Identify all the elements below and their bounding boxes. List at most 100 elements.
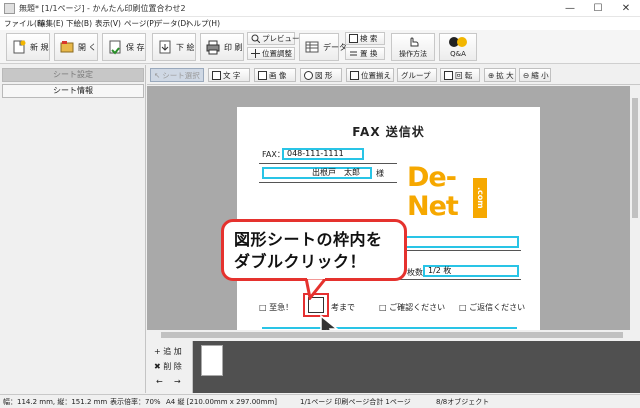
status-coords: 幅：114.2 mm, 縦：151.2 mm bbox=[3, 398, 108, 406]
image-icon bbox=[258, 70, 267, 80]
menu-underlay[interactable]: 下絵(B) bbox=[66, 18, 92, 29]
page-thumbnail[interactable] bbox=[201, 345, 223, 376]
zoom-in-icon: ⊕ bbox=[488, 70, 495, 80]
window-title: 無題* [1/1ページ] - かんたん印刷位置合わせ2 bbox=[19, 4, 186, 13]
recipient-field[interactable]: 出根戸 太郎 bbox=[262, 167, 372, 179]
design-canvas[interactable]: FAX 送信状 FAX： 048-111-1111 出根戸 太郎 様 De- N… bbox=[147, 86, 630, 330]
cursor-icon: ↖ bbox=[154, 70, 161, 80]
new-button[interactable]: 新 規 bbox=[6, 33, 50, 61]
tool-sheet-select[interactable]: ↖ シート選択 bbox=[150, 68, 204, 82]
search-icon bbox=[349, 34, 358, 43]
deadline-text: 考まで bbox=[331, 303, 355, 312]
pages-underline bbox=[399, 279, 521, 280]
menu-help[interactable]: ヘルプ(H) bbox=[186, 18, 220, 29]
honorific-label: 様 bbox=[376, 169, 384, 178]
callout-line-1: 図形シートの枠内を bbox=[234, 230, 383, 249]
shape-icon bbox=[304, 70, 313, 80]
tool-group[interactable]: グループ bbox=[397, 68, 437, 82]
position-adjust-button[interactable]: 位置調整 bbox=[247, 47, 295, 60]
new-document-icon bbox=[11, 39, 27, 55]
underlay-button[interactable]: 下 絵 bbox=[152, 33, 196, 61]
instruction-callout: 図形シートの枠内を ダブルクリック！ bbox=[221, 219, 407, 281]
replace-button[interactable]: 置 換 bbox=[345, 47, 385, 60]
next-page-button[interactable]: → bbox=[174, 377, 181, 386]
menu-page[interactable]: ページ(P) bbox=[124, 18, 157, 29]
print-button[interactable]: 印 刷 bbox=[200, 33, 244, 61]
tool-zoom-in[interactable]: ⊕ 拡 大 bbox=[484, 68, 516, 82]
save-icon bbox=[107, 39, 123, 55]
page-controls: + 追 加 ✖ 削 除 ← → bbox=[147, 341, 193, 393]
minimize-button[interactable]: — bbox=[556, 0, 584, 17]
search-button[interactable]: 検 索 bbox=[345, 32, 385, 45]
tool-text[interactable]: 文 字 bbox=[208, 68, 250, 82]
zoom-out-icon: ⊖ bbox=[523, 70, 530, 80]
preview-icon bbox=[251, 34, 261, 44]
text-icon bbox=[212, 70, 221, 80]
align-icon bbox=[350, 70, 359, 80]
confirm-checkbox[interactable]: □ ご確認ください bbox=[379, 302, 445, 313]
qa-icon bbox=[448, 36, 468, 48]
open-button[interactable]: 開 く bbox=[54, 33, 98, 61]
pointer-hand-icon bbox=[407, 35, 419, 47]
pages-field[interactable]: 1/2 枚 bbox=[423, 265, 519, 277]
mouse-cursor-icon bbox=[320, 314, 340, 330]
data-table-icon bbox=[304, 39, 320, 55]
add-page-button[interactable]: + 追 加 bbox=[154, 346, 182, 357]
tool-image[interactable]: 画 像 bbox=[254, 68, 296, 82]
menu-edit[interactable]: 編集(E) bbox=[38, 18, 64, 29]
horizontal-scroll-thumb[interactable] bbox=[161, 332, 623, 338]
status-objects: 8/8オブジェクト bbox=[436, 398, 490, 406]
qa-button[interactable]: Q&A bbox=[439, 33, 477, 61]
fax-underline bbox=[259, 163, 397, 164]
data-button[interactable]: データ bbox=[299, 33, 347, 61]
delete-page-button[interactable]: ✖ 削 除 bbox=[154, 361, 182, 372]
menu-view[interactable]: 表示(V) bbox=[95, 18, 121, 29]
menu-data[interactable]: データ(D) bbox=[155, 18, 189, 29]
callout-pointer bbox=[304, 278, 328, 300]
status-paper: A4 縦 [210.00mm x 297.00mm] bbox=[166, 398, 278, 406]
logo-line-2: Net bbox=[407, 191, 459, 222]
status-pages: 1/1ページ 印刷ページ合計 1ページ bbox=[300, 398, 411, 406]
horizontal-scrollbar[interactable] bbox=[147, 330, 640, 340]
status-zoom: 表示倍率：70% bbox=[110, 398, 161, 406]
object-tools-bar: ↖ シート選択 文 字 画 像 図 形 位置揃え グループ 回 転 ⊕ 拡 大 ⊖ 縮… bbox=[147, 65, 640, 85]
tool-shape[interactable]: 図 形 bbox=[300, 68, 342, 82]
prev-page-button[interactable]: ← bbox=[156, 377, 163, 386]
info-underline bbox=[399, 250, 521, 251]
de-net-logo[interactable]: De- Net .com bbox=[405, 164, 491, 226]
app-icon bbox=[4, 3, 15, 14]
logo-com: .com bbox=[473, 178, 487, 218]
urgent-checkbox[interactable]: □ 至急！ bbox=[259, 302, 293, 313]
vertical-scrollbar[interactable] bbox=[630, 86, 640, 330]
move-icon bbox=[251, 49, 260, 58]
reply-checkbox[interactable]: □ ご返信ください bbox=[459, 302, 525, 313]
preview-button[interactable]: プレビュー bbox=[247, 32, 300, 45]
status-bar: 幅：114.2 mm, 縦：151.2 mm 表示倍率：70% A4 縦 [21… bbox=[0, 394, 640, 408]
left-panel: シート設定 シート情報 bbox=[0, 65, 146, 393]
main-toolbar: 新 規 開 く 保 存 下 絵 印 刷 プレビュー 位置調整 データ 検 索 置… bbox=[0, 30, 640, 64]
callout-line-2: ダブルクリック！ bbox=[234, 252, 367, 271]
maximize-button[interactable]: ☐ bbox=[584, 0, 612, 17]
rotate-icon bbox=[444, 70, 453, 80]
fax-number-field[interactable]: 048-111-1111 bbox=[282, 148, 364, 160]
menu-bar: ファイル(F) 編集(E) 下絵(B) 表示(V) ページ(P) データ(D) … bbox=[0, 17, 640, 30]
tool-align[interactable]: 位置揃え bbox=[346, 68, 394, 82]
logo-line-1: De- bbox=[407, 162, 457, 193]
underlay-icon bbox=[157, 39, 173, 55]
fax-title[interactable]: FAX 送信状 bbox=[237, 123, 540, 140]
sheet-info-tab[interactable]: シート情報 bbox=[2, 84, 144, 98]
tool-zoom-out[interactable]: ⊖ 縮 小 bbox=[519, 68, 551, 82]
tool-rotate[interactable]: 回 転 bbox=[440, 68, 480, 82]
title-bar: 無題* [1/1ページ] - かんたん印刷位置合わせ2 — ☐ ✕ bbox=[0, 0, 640, 17]
replace-icon bbox=[349, 49, 358, 58]
page-strip bbox=[147, 341, 640, 393]
sheet-settings-tab[interactable]: シート設定 bbox=[2, 68, 144, 82]
close-button[interactable]: ✕ bbox=[612, 0, 640, 17]
save-button[interactable]: 保 存 bbox=[102, 33, 146, 61]
open-folder-icon bbox=[59, 39, 75, 55]
printer-icon bbox=[205, 39, 221, 55]
howto-button[interactable]: 操作方法 bbox=[391, 33, 435, 61]
vertical-scroll-thumb[interactable] bbox=[632, 98, 638, 218]
info-field[interactable] bbox=[397, 236, 519, 248]
recipient-underline bbox=[259, 182, 397, 183]
